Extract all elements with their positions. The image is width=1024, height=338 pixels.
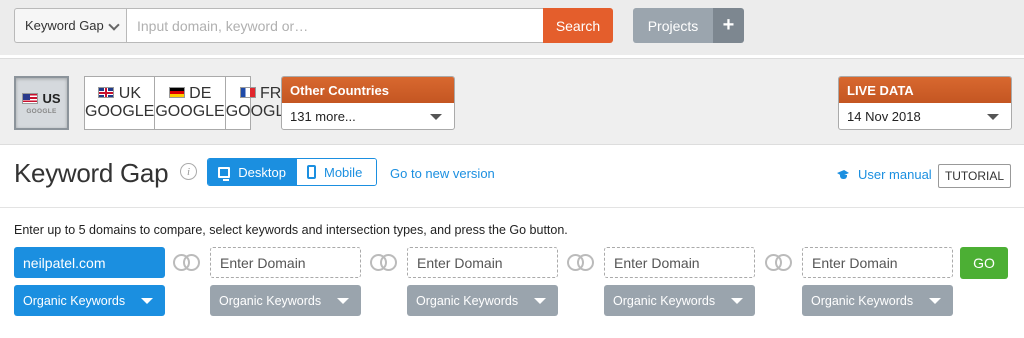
other-countries-title: Other Countries — [282, 77, 454, 103]
caret-down-icon — [731, 298, 743, 304]
country-uk-button[interactable]: UK GOOGLE — [85, 77, 156, 129]
tab-desktop[interactable]: Desktop — [208, 159, 296, 185]
keyword-type-select-4[interactable]: Organic Keywords — [604, 285, 755, 316]
country-code: DE — [189, 85, 212, 102]
domain-input-4[interactable]: Enter Domain — [604, 247, 755, 278]
other-countries-dropdown[interactable]: Other Countries 131 more... — [281, 76, 455, 130]
caret-down-icon — [141, 298, 153, 304]
domain-input-1[interactable]: neilpatel.com — [14, 247, 165, 278]
tab-label: Mobile — [324, 164, 363, 180]
tutorial-button[interactable]: TUTORIAL — [938, 164, 1011, 188]
mobile-icon — [307, 165, 316, 179]
domain-input-5[interactable]: Enter Domain — [802, 247, 953, 278]
user-manual-label: User manual — [858, 167, 932, 182]
keyword-type-select-5[interactable]: Organic Keywords — [802, 285, 953, 316]
domain-input-3[interactable]: Enter Domain — [407, 247, 558, 278]
keyword-type-select-3[interactable]: Organic Keywords — [407, 285, 558, 316]
caret-down-icon — [430, 114, 442, 120]
caret-down-icon — [929, 298, 941, 304]
intersection-icon[interactable] — [173, 254, 201, 272]
chevron-down-icon — [108, 19, 120, 31]
keyword-type-select-1[interactable]: Organic Keywords — [14, 285, 165, 316]
intersection-icon[interactable] — [370, 254, 398, 272]
fr-flag-icon — [239, 87, 256, 98]
device-tabs: Desktop Mobile — [207, 158, 377, 186]
user-manual-link[interactable]: User manual — [836, 167, 932, 182]
country-de-button[interactable]: DE GOOGLE — [155, 77, 226, 129]
live-data-dropdown[interactable]: LIVE DATA 14 Nov 2018 — [838, 76, 1012, 130]
country-code: FR — [259, 85, 282, 102]
country-group: UK GOOGLE DE GOOGLE FR GOOGLE — [84, 76, 295, 130]
keyword-type-label: Organic Keywords — [219, 293, 322, 308]
country-engine: GOOGLE — [155, 103, 225, 120]
graduation-cap-icon — [836, 169, 852, 181]
info-icon[interactable]: i — [180, 163, 197, 180]
instructions-text: Enter up to 5 domains to compare, select… — [14, 223, 568, 237]
domain-input-2[interactable]: Enter Domain — [210, 247, 361, 278]
keyword-type-select-2[interactable]: Organic Keywords — [210, 285, 361, 316]
page-title: Keyword Gap — [14, 158, 169, 188]
country-code: US — [42, 91, 61, 106]
database-selector-row: US GOOGLE UK GOOGLE DE GOOGLE FR GOOGLE — [0, 58, 1024, 145]
uk-flag-icon — [98, 87, 115, 98]
tab-mobile[interactable]: Mobile — [296, 159, 376, 185]
country-engine: GOOGLE — [85, 103, 155, 120]
keyword-type-label: Organic Keywords — [416, 293, 519, 308]
us-flag-icon — [22, 93, 39, 104]
tab-label: Desktop — [238, 164, 286, 180]
caret-down-icon — [534, 298, 546, 304]
tool-select[interactable]: Keyword Gap — [14, 8, 127, 43]
country-code: UK — [118, 85, 142, 102]
keyword-type-label: Organic Keywords — [811, 293, 914, 308]
keyword-type-label: Organic Keywords — [23, 293, 126, 308]
search-input[interactable] — [126, 8, 544, 43]
other-countries-value: 131 more... — [290, 109, 356, 124]
projects-button[interactable]: Projects — [633, 8, 713, 43]
search-button[interactable]: Search — [543, 8, 613, 43]
go-button[interactable]: GO — [960, 247, 1008, 279]
country-us-button[interactable]: US GOOGLE — [14, 76, 69, 130]
intersection-icon[interactable] — [765, 254, 793, 272]
add-project-button[interactable]: + — [713, 8, 744, 43]
country-engine: GOOGLE — [26, 108, 57, 115]
tool-select-label: Keyword Gap — [25, 18, 104, 33]
intersection-icon[interactable] — [567, 254, 595, 272]
live-data-date: 14 Nov 2018 — [847, 109, 921, 124]
search-toolbar: Keyword Gap Search Projects + — [0, 0, 1024, 55]
desktop-icon — [218, 166, 231, 181]
live-data-title: LIVE DATA — [839, 77, 1011, 103]
caret-down-icon — [987, 114, 999, 120]
keyword-type-label: Organic Keywords — [613, 293, 716, 308]
de-flag-icon — [168, 87, 185, 98]
new-version-link[interactable]: Go to new version — [390, 166, 495, 181]
caret-down-icon — [337, 298, 349, 304]
divider — [0, 207, 1024, 208]
